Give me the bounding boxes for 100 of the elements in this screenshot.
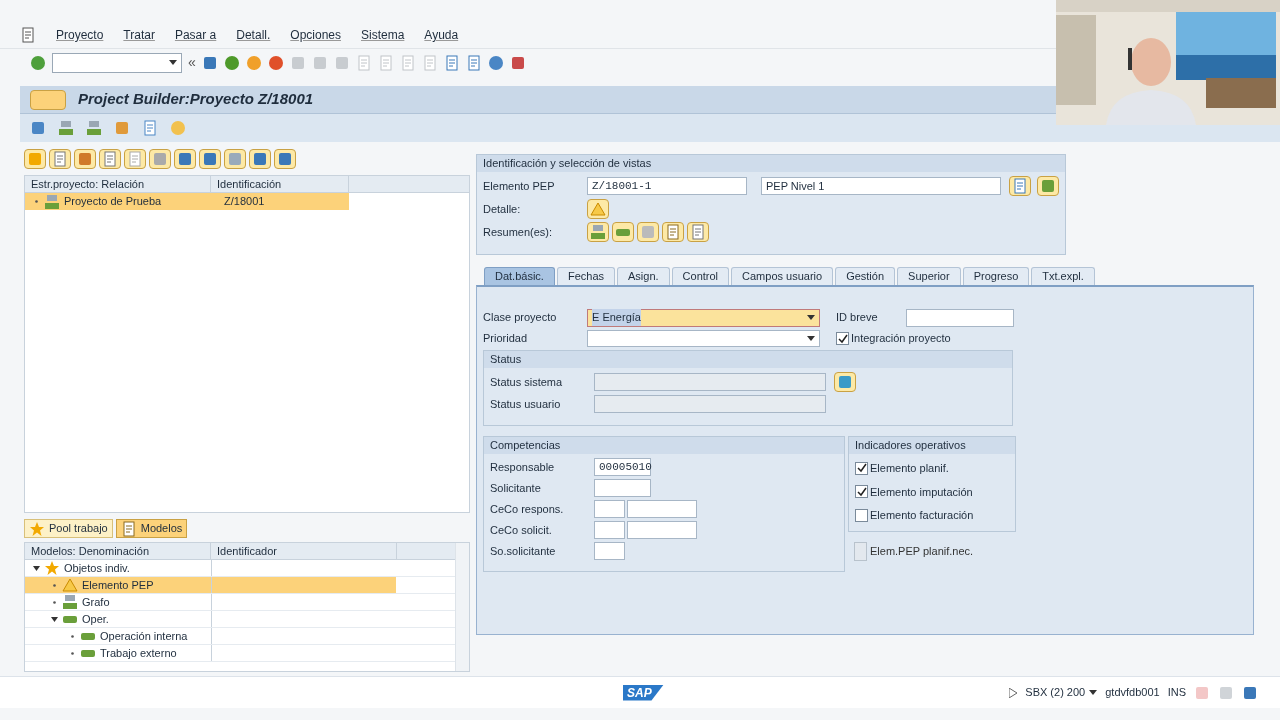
milestone-button[interactable] (637, 222, 659, 242)
menu-item[interactable]: Detall. (236, 26, 271, 44)
field-label: Clase proyecto (483, 310, 558, 326)
input-field[interactable]: 00005010 (594, 458, 651, 476)
status-field[interactable] (594, 373, 826, 391)
system-info[interactable]: SBX (2) 200 (1025, 684, 1098, 701)
column-header[interactable]: Modelos: Denominación (25, 543, 211, 559)
pool-tab[interactable]: Modelos (115, 519, 188, 538)
bullet-icon (69, 649, 76, 657)
server-name: gtdvfdb001 (1105, 685, 1160, 701)
expanded-arrow-icon[interactable] (51, 615, 58, 623)
tab[interactable]: Superior (897, 267, 961, 285)
column-header[interactable]: Estr.proyecto: Relación (25, 176, 211, 192)
tab[interactable]: Control (671, 267, 730, 285)
activity-button[interactable] (612, 222, 634, 242)
tree-item[interactable]: Grafo (25, 594, 211, 610)
tab[interactable]: Progreso (962, 267, 1030, 285)
checkbox[interactable] (855, 461, 868, 475)
dropdown-caret-icon[interactable] (807, 315, 815, 320)
pool-tab[interactable]: Pool trabajo (24, 519, 113, 538)
field-label: Prioridad (483, 331, 529, 347)
tab[interactable]: Dat.básic. (484, 267, 555, 285)
network-icon (62, 594, 78, 610)
window-icon[interactable] (20, 27, 36, 43)
status-field[interactable] (594, 395, 826, 413)
field-label: Solicitante (490, 480, 542, 496)
menu-item[interactable]: Pasar a (174, 26, 217, 44)
undo-button[interactable] (149, 149, 171, 169)
menu-item[interactable]: Proyecto (56, 26, 104, 44)
column-header[interactable]: Identificación (211, 176, 349, 192)
menu-item[interactable]: Sistema (361, 26, 405, 44)
warning-icon (62, 577, 78, 593)
tree-item[interactable]: Operación interna (25, 628, 211, 644)
find-next-button[interactable] (224, 149, 246, 169)
checkmark-icon (856, 486, 867, 497)
column-header[interactable]: Identificador (211, 543, 397, 559)
star-icon (29, 520, 45, 537)
dropdown-caret-icon[interactable] (1089, 690, 1098, 695)
collapse-all-button[interactable] (274, 149, 296, 169)
cut-button[interactable] (74, 149, 96, 169)
expanded-arrow-icon[interactable] (33, 564, 40, 572)
pages-button[interactable] (687, 222, 709, 242)
field-label: Responsable (490, 459, 556, 475)
paste-icon (127, 151, 143, 167)
play-icon[interactable] (1009, 687, 1018, 698)
expand-button[interactable] (249, 149, 271, 169)
bullet-icon (69, 632, 76, 640)
input-field[interactable] (594, 500, 625, 518)
input-field[interactable] (594, 479, 651, 497)
field-label: Resumen(es): (483, 224, 554, 240)
pages-icon (120, 520, 137, 537)
info-button[interactable] (834, 372, 856, 392)
input-field[interactable] (627, 521, 697, 539)
open-folder-button[interactable] (24, 149, 46, 169)
element-field[interactable]: Z/18001-1 (587, 177, 747, 195)
network-icon (590, 224, 606, 240)
detail-button[interactable] (587, 199, 609, 219)
checkbox[interactable] (855, 485, 868, 499)
input-field[interactable] (594, 542, 625, 560)
tab[interactable]: Fechas (556, 267, 615, 285)
input-field[interactable] (627, 500, 697, 518)
dropdown-caret-icon[interactable] (169, 60, 177, 65)
short-id-field[interactable] (906, 308, 1014, 327)
edit-button[interactable] (1009, 176, 1031, 196)
scrollbar[interactable] (455, 543, 469, 671)
tab[interactable]: Asign. (617, 267, 670, 285)
tree-item[interactable]: Proyecto de Prueba Z/18001 (25, 193, 349, 210)
paste-button[interactable] (124, 149, 146, 169)
menu-item[interactable]: Tratar (123, 26, 155, 44)
checkbox[interactable] (836, 332, 849, 345)
delete-button[interactable] (174, 149, 196, 169)
collapse-button[interactable]: « (188, 52, 196, 73)
checkbox[interactable] (855, 508, 868, 522)
checkmark-icon (837, 333, 848, 344)
description-field[interactable]: PEP Nivel 1 (761, 177, 1001, 195)
tab[interactable]: Txt.expl. (1031, 267, 1095, 285)
input-field[interactable] (594, 521, 625, 539)
tree-item[interactable]: Elemento PEP (25, 577, 211, 593)
dropdown-caret-icon[interactable] (807, 336, 815, 341)
checkmark-icon (856, 463, 867, 474)
tree-item[interactable]: Objetos indiv. (25, 560, 211, 576)
group-title: Indicadores operativos (849, 437, 1015, 454)
picture-button[interactable] (1037, 176, 1059, 196)
new-button[interactable] (49, 149, 71, 169)
copy-button[interactable] (99, 149, 121, 169)
tree-item[interactable]: Oper. (25, 611, 211, 627)
network-button[interactable] (587, 222, 609, 242)
tab[interactable]: Campos usuario (731, 267, 834, 285)
document-button[interactable] (662, 222, 684, 242)
project-class-dropdown[interactable]: E Energía (587, 308, 820, 327)
sap-logo: SAP (623, 684, 664, 701)
hierarchy-icon[interactable] (58, 120, 74, 136)
menu-item[interactable]: Ayuda (424, 26, 459, 44)
menu-button[interactable] (30, 89, 66, 110)
menu-item[interactable]: Opciones (290, 26, 341, 44)
find-button[interactable] (199, 149, 221, 169)
tab[interactable]: Gestión (835, 267, 896, 285)
tree-cell-text: Z/18001 (223, 194, 265, 210)
command-field[interactable] (52, 52, 182, 73)
tree-item[interactable]: Trabajo externo (25, 645, 211, 661)
